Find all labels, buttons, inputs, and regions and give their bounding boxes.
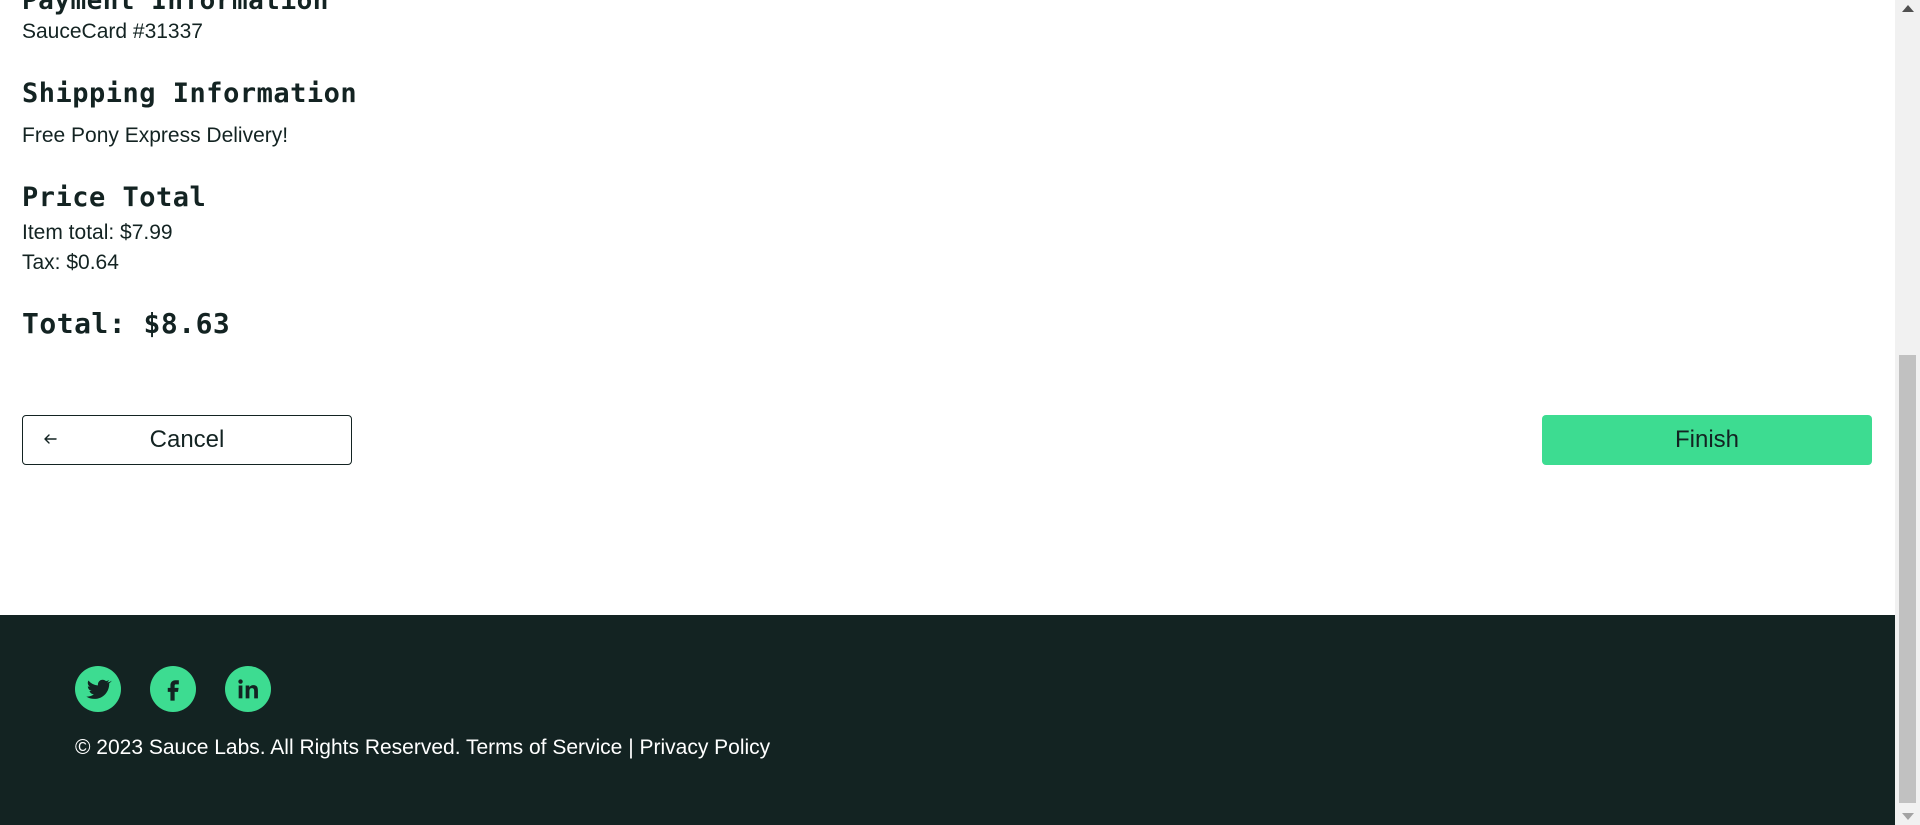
payment-info-heading: Payment Information bbox=[22, 0, 329, 16]
scrollbar-thumb[interactable] bbox=[1899, 355, 1916, 803]
payment-info-value: SauceCard #31337 bbox=[22, 20, 203, 43]
scroll-up-arrow-icon bbox=[1901, 5, 1914, 12]
twitter-icon bbox=[86, 679, 112, 699]
facebook-link[interactable] bbox=[150, 666, 196, 712]
scroll-down-arrow-icon bbox=[1901, 813, 1914, 820]
shipping-info-heading: Shipping Information bbox=[22, 78, 358, 109]
scroll-down-button[interactable] bbox=[1895, 808, 1920, 825]
linkedin-icon bbox=[238, 679, 258, 699]
page-scrollbar[interactable] bbox=[1895, 0, 1920, 825]
footer: © 2023 Sauce Labs. All Rights Reserved. … bbox=[0, 615, 1895, 825]
finish-button-label: Finish bbox=[1674, 426, 1740, 453]
cancel-button[interactable]: Cancel bbox=[22, 415, 352, 465]
facebook-icon bbox=[167, 680, 179, 701]
finish-button[interactable]: Finish bbox=[1542, 415, 1872, 465]
footer-copyright: © 2023 Sauce Labs. All Rights Reserved. … bbox=[75, 736, 771, 759]
arrow-left-icon bbox=[44, 434, 57, 444]
tax-value: Tax: $0.64 bbox=[22, 251, 119, 274]
price-total-heading: Price Total bbox=[22, 182, 207, 213]
order-total: Total: $8.63 bbox=[22, 307, 231, 340]
item-total: Item total: $7.99 bbox=[22, 221, 173, 244]
cancel-button-label: Cancel bbox=[149, 426, 225, 453]
scroll-up-button[interactable] bbox=[1895, 0, 1920, 17]
checkout-overview: Payment Information SauceCard #31337 Shi… bbox=[0, 0, 1895, 615]
twitter-link[interactable] bbox=[75, 666, 121, 712]
linkedin-link[interactable] bbox=[225, 666, 271, 712]
shipping-info-value: Free Pony Express Delivery! bbox=[22, 124, 289, 147]
